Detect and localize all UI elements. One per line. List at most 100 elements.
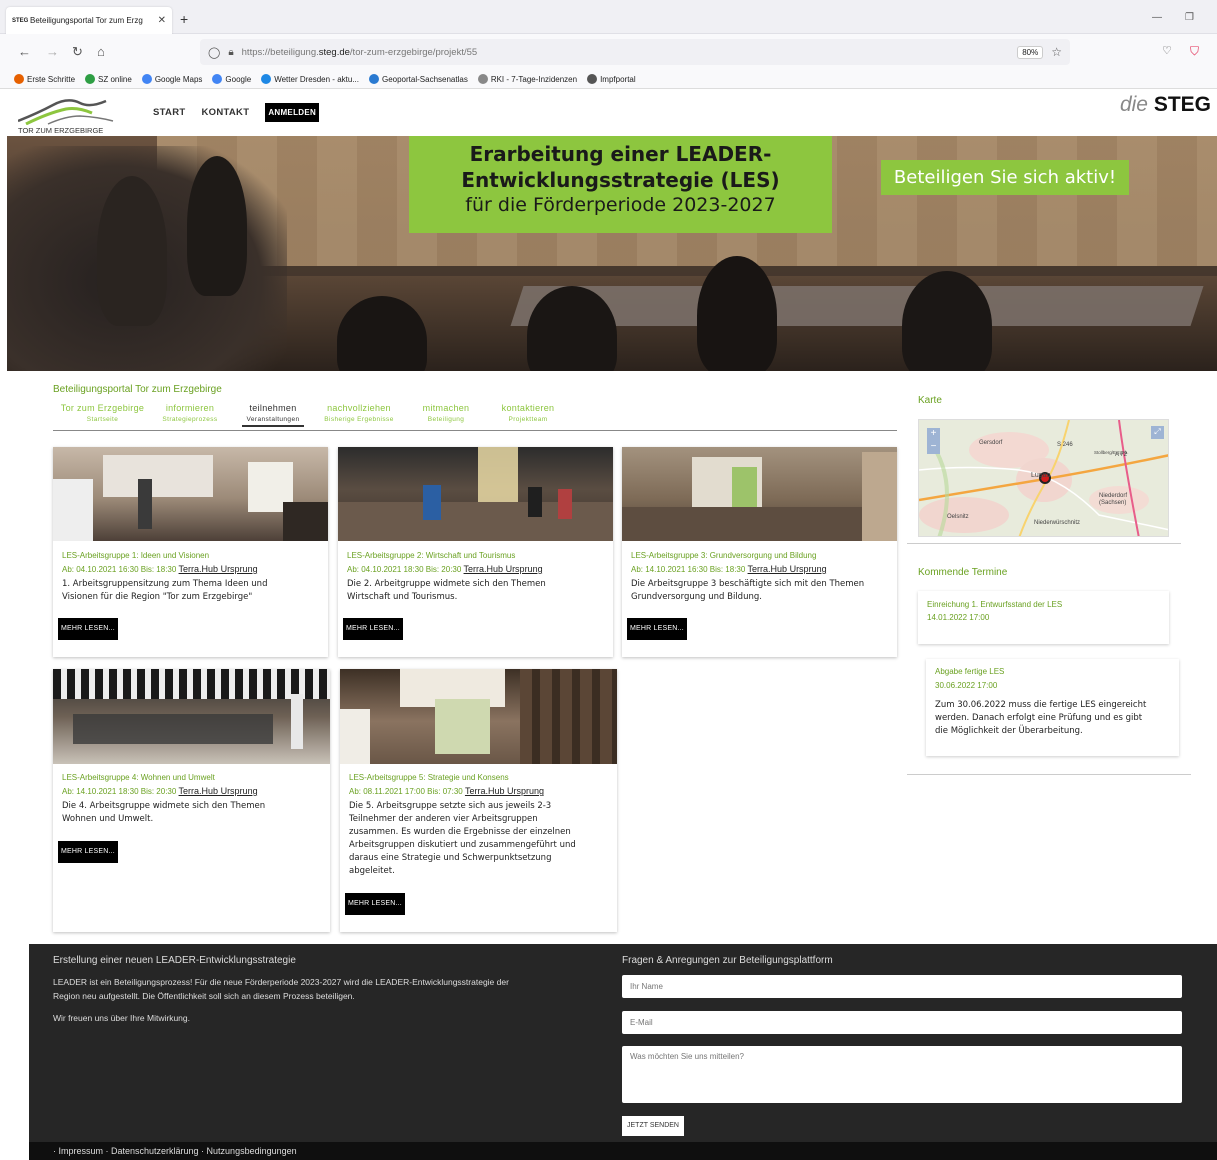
rki-icon [477,74,488,84]
bookmark-label: Impfportal [600,74,636,84]
url-text[interactable]: https://beteiligung.steg.de/tor-zum-erzg… [242,47,1010,58]
zoom-in-icon[interactable]: + [927,428,940,441]
map-widget[interactable]: + − ⤢ Gersdorf S 246 Lugau A 72 Niederdo… [918,419,1169,537]
extension-shield-icon[interactable]: ⛉ [1190,44,1199,59]
home-icon[interactable]: ⌂ [97,44,105,59]
event-location-link[interactable]: Terra.Hub Ursprung [179,564,258,574]
event-card: LES-Arbeitsgruppe 4: Wohnen und Umwelt A… [53,669,330,932]
event-title[interactable]: LES-Arbeitsgruppe 5: Strategie und Konse… [349,773,509,782]
event-photo[interactable] [622,447,897,541]
upcoming-event[interactable]: Abgabe fertige LES 30.06.2022 17:00 Zum … [926,659,1179,756]
read-more-button[interactable]: MEHR LESEN... [345,893,405,915]
restore-icon[interactable]: ❐ [1185,12,1194,23]
desc-line: Die 5. Arbeitsgruppe setzte sich aus jew… [349,801,552,811]
event-location-link[interactable]: Terra.Hub Ursprung [464,564,543,574]
upcoming-event[interactable]: Einreichung 1. Entwurfsstand der LES 14.… [918,591,1169,644]
event-title[interactable]: LES-Arbeitsgruppe 1: Ideen und Visionen [62,551,209,560]
tab-startseite[interactable]: Tor zum Erzgebirge Startseite [60,403,145,423]
desc-line: Die 2. Arbeitgruppe widmete sich den The… [347,579,546,589]
bookmark-item[interactable]: SZ online [85,74,132,84]
event-date: Ab: 04.10.2021 18:30 Bis: 20:30 Terra.Hu… [347,564,543,574]
hero-person [902,271,992,371]
event-date: Ab: 14.10.2021 16:30 Bis: 18:30 Terra.Hu… [631,564,827,574]
tab-strategieprozess[interactable]: informieren Strategieprozess [156,403,224,423]
fullscreen-icon[interactable]: ⤢ [1151,426,1164,439]
footer-legal-links[interactable]: · Impressum · Datenschutzerklärung · Nut… [53,1146,297,1156]
browser-tab[interactable]: STEG Beteiligungsportal Tor zum Erzg ✕ [6,7,172,34]
forward-icon[interactable]: → [46,44,59,59]
nav-kontakt[interactable]: KONTAKT [201,107,249,118]
site-header: TOR ZUM ERZGEBIRGE START KONTAKT ANMELDE… [0,89,1217,136]
message-textarea[interactable] [622,1046,1182,1103]
name-input[interactable] [622,975,1182,998]
bookmark-item[interactable]: Google Maps [141,74,202,84]
event-date: Ab: 08.11.2021 17:00 Bis: 07:30 Terra.Hu… [349,786,544,796]
event-title[interactable]: LES-Arbeitsgruppe 3: Grundversorgung und… [631,551,816,560]
hero-cta: Beteiligen Sie sich aktiv! [881,160,1129,195]
desc-line: Arbeitsgruppen diskutiert und zusammenge… [349,840,576,850]
event-description: Die 5. Arbeitsgruppe setzte sich aus jew… [349,800,576,878]
hero-headline-box: Erarbeitung einer LEADER- Entwicklungsst… [409,136,832,233]
read-more-button[interactable]: MEHR LESEN... [58,841,118,863]
tab-title: Beteiligungsportal Tor zum Erzg [30,16,143,25]
bookmark-item[interactable]: Erste Schritte [14,74,75,84]
tab-beteiligung[interactable]: mitmachen Beteiligung [417,403,475,423]
lock-icon[interactable]: 🔒︎ [228,47,233,58]
event-photo[interactable] [53,669,330,764]
map-label: Niederdorf (Sachsen) [1099,493,1128,506]
event-photo[interactable] [338,447,613,541]
bookmark-item[interactable]: Geoportal-Sachsenatlas [368,74,468,84]
login-button[interactable]: ANMELDEN [265,103,320,122]
tab-sublabel: Strategieprozess [162,416,218,423]
brand-die: die [1119,93,1148,116]
event-date-text: Ab: 08.11.2021 17:00 Bis: 07:30 [349,787,463,796]
minimize-icon[interactable]: — [1152,12,1162,23]
back-icon[interactable]: ← [18,44,31,59]
tab-veranstaltungen[interactable]: teilnehmen Veranstaltungen [242,403,304,427]
tab-ergebnisse[interactable]: nachvollziehen Bisherige Ergebnisse [319,403,399,423]
pocket-icon[interactable]: ♡ [1162,44,1172,57]
tor-zum-erzgebirge-logo[interactable]: TOR ZUM ERZGEBIRGE [17,91,118,135]
portal-title: Beteiligungsportal Tor zum Erzgebirge [53,384,222,395]
bookmark-item[interactable]: RKI - 7-Tage-Inzidenzen [477,74,577,84]
read-more-button[interactable]: MEHR LESEN... [627,618,687,640]
close-tab-icon[interactable]: ✕ [158,15,166,26]
event-photo[interactable] [53,447,328,541]
nav-start[interactable]: START [153,107,185,118]
reload-icon[interactable]: ↻ [72,44,83,60]
url-bar[interactable]: ◯ 🔒︎ https://beteiligung.steg.de/tor-zum… [200,39,1070,65]
events-title: Kommende Termine [918,567,1008,578]
shield-icon[interactable]: ◯ [208,46,220,59]
map-label: Niederwürschnitz [1034,520,1081,526]
email-input[interactable] [622,1011,1182,1034]
footer-thanks: Wir freuen uns über Ihre Mitwirkung. [53,1013,190,1023]
send-button[interactable]: JETZT SENDEN [622,1116,684,1136]
new-tab-icon[interactable]: + [180,11,188,27]
event-date-text: Ab: 14.10.2021 16:30 Bis: 18:30 [631,565,746,574]
tab-projektteam[interactable]: kontaktieren Projektteam [497,403,559,423]
event-location-link[interactable]: Terra.Hub Ursprung [748,564,827,574]
tab-label: nachvollziehen [327,403,391,413]
bookmark-item[interactable]: Wetter Dresden - aktu... [261,74,359,84]
bookmarks-bar: Erste Schritte SZ online Google Maps Google… [0,70,1217,89]
event-location-link[interactable]: Terra.Hub Ursprung [465,786,544,796]
geoportal-icon [368,74,379,84]
desc-line: zusammen. Es wurden die Ergebnisse der e… [349,827,571,837]
bookmark-star-icon[interactable]: ☆ [1051,45,1062,59]
upcoming-event-description: Zum 30.06.2022 muss die fertige LES eing… [935,699,1171,738]
event-location-link[interactable]: Terra.Hub Ursprung [179,786,258,796]
event-description: 1. Arbeitsgruppensitzung zum Thema Ideen… [62,578,267,604]
event-photo[interactable] [340,669,617,764]
bookmark-item[interactable]: Impfportal [587,74,636,84]
die-steg-logo[interactable]: die STEG [1120,93,1211,117]
zoom-out-icon[interactable]: − [927,441,940,454]
event-title[interactable]: LES-Arbeitsgruppe 2: Wirtschaft und Tour… [347,551,515,560]
footer-intro-line: LEADER ist ein Beteiligungsprozess! Für … [53,977,509,987]
read-more-button[interactable]: MEHR LESEN... [343,618,403,640]
tab-sublabel: Bisherige Ergebnisse [324,416,394,423]
event-title[interactable]: LES-Arbeitsgruppe 4: Wohnen und Umwelt [62,773,215,782]
zoom-level[interactable]: 80% [1017,45,1044,59]
desc-line: Wohnen und Umwelt. [62,814,154,824]
bookmark-item[interactable]: Google [212,74,251,84]
read-more-button[interactable]: MEHR LESEN... [58,618,118,640]
